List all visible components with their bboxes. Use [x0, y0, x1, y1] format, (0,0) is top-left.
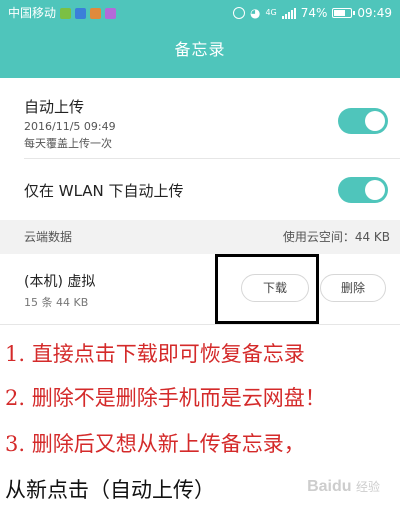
toggle-knob	[365, 111, 385, 131]
wlan-upload-toggle[interactable]	[338, 177, 388, 203]
cloud-usage: 使用云空间：44 KB	[282, 230, 390, 244]
device-backup-name: (本机) 虚拟	[24, 274, 96, 290]
wlan-upload-label: 仅在 WLAN 下自动上传	[24, 182, 184, 200]
auto-upload-desc: 每天覆盖上传一次	[24, 137, 112, 150]
app-header: 中国移动 ◕ 4G 74% 09:49 备忘录	[0, 0, 400, 78]
status-bar: 中国移动 ◕ 4G 74% 09:49	[0, 0, 400, 26]
auto-upload-row[interactable]: 自动上传 2016/11/5 09:49 每天覆盖上传一次	[0, 78, 400, 158]
note-line-3: 3. 删除后又想从新上传备忘录，	[5, 432, 305, 456]
cloud-section-header: 云端数据 使用云空间：44 KB	[0, 220, 400, 254]
cloud-section-title: 云端数据	[24, 230, 73, 244]
gallery-icon	[105, 7, 117, 19]
toggle-knob	[365, 180, 385, 200]
device-backup-info: 15 条 44 KB	[24, 296, 89, 309]
alarm-icon	[232, 7, 245, 19]
browser-icon	[75, 7, 87, 19]
auto-upload-label: 自动上传	[24, 98, 85, 116]
delete-button[interactable]: 删除	[320, 274, 386, 302]
last-upload-date: 2016/11/5 09:49	[24, 120, 116, 133]
battery-icon	[332, 8, 356, 18]
wlan-upload-row[interactable]: 仅在 WLAN 下自动上传	[0, 159, 400, 220]
divider	[0, 324, 400, 325]
baidu-watermark: Baidu 经验	[307, 478, 380, 496]
page-title: 备忘录	[174, 40, 226, 59]
watermark-sub: 经验	[355, 480, 380, 494]
app-icon	[90, 7, 102, 19]
note-line-2: 2. 删除不是删除手机而是云网盘！	[5, 386, 326, 410]
auto-upload-toggle[interactable]	[338, 108, 388, 134]
note-line-1: 1. 直接点击下载即可恢复备忘录	[5, 342, 305, 366]
status-right: ◕ 4G 74% 09:49	[232, 0, 392, 26]
clock: 09:49	[357, 6, 392, 20]
wechat-icon	[60, 7, 72, 19]
carrier-label: 中国移动	[8, 6, 57, 20]
watermark-brand: Baidu	[307, 478, 352, 495]
wifi-icon: ◕	[249, 6, 261, 20]
battery-percent: 74%	[300, 6, 328, 20]
status-left: 中国移动	[8, 0, 117, 26]
network-type: 4G	[265, 8, 277, 17]
highlight-box	[215, 254, 319, 324]
signal-icon	[281, 7, 296, 19]
